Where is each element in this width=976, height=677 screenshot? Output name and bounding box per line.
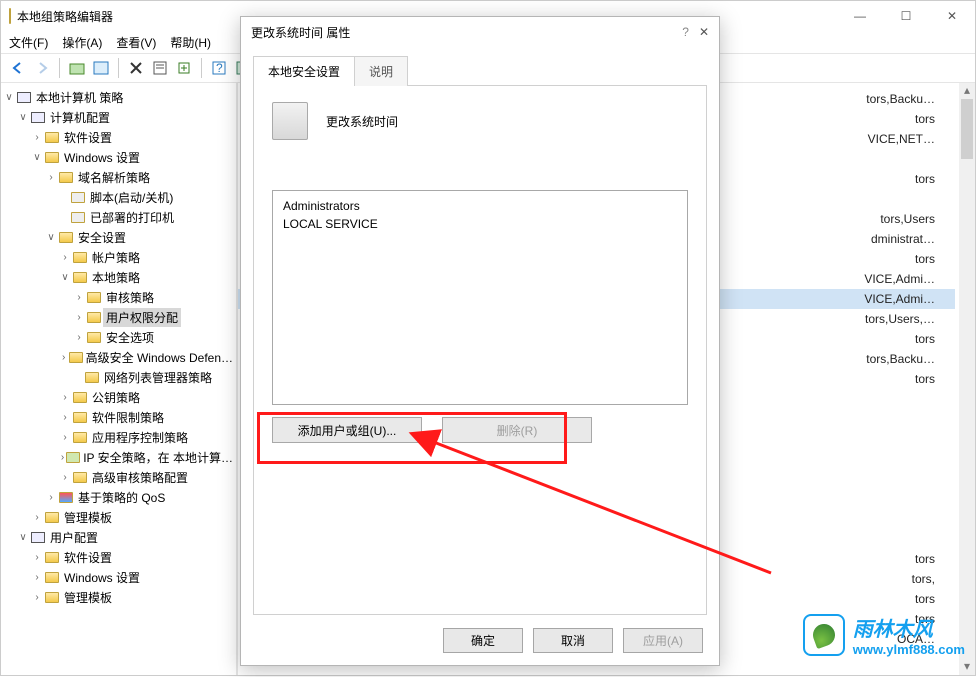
tree-root[interactable]: 本地计算机 策略 [33,88,126,107]
tree-security-settings[interactable]: 安全设置 [75,228,129,247]
list-icon[interactable] [90,57,112,79]
dialog-footer: 确定 取消 应用(A) [241,615,719,665]
add-user-button[interactable]: 添加用户或组(U)... [272,417,422,443]
script-icon [69,189,87,205]
folder-icon [43,509,61,525]
gear-icon [29,109,47,125]
watermark-title: 雨林木风 [853,613,965,642]
maximize-button[interactable]: ☐ [883,1,929,31]
menu-help[interactable]: 帮助(H) [170,34,211,51]
svg-text:?: ? [216,61,223,75]
tree-user-rights[interactable]: 用户权限分配 [103,308,181,327]
key-icon [66,449,80,465]
tree-software-settings[interactable]: 软件设置 [61,128,115,147]
tree-security-options[interactable]: 安全选项 [103,328,157,347]
shield-icon [57,229,75,245]
tree-account-policy[interactable]: 帐户策略 [89,248,143,267]
folder-icon [57,169,75,185]
tree-user-software[interactable]: 软件设置 [61,548,115,567]
folder-icon [85,289,103,305]
printer-icon [69,209,87,225]
app-icon [9,9,11,23]
tree-audit-policy[interactable]: 审核策略 [103,288,157,307]
folder-icon [71,249,89,265]
qos-icon [57,489,75,505]
tree-user-windows[interactable]: Windows 设置 [61,568,143,587]
tab-explain[interactable]: 说明 [354,56,408,86]
dialog-tabs: 本地安全设置 说明 [253,55,707,86]
scrollbar[interactable]: ▴ ▾ [959,83,975,675]
folder-icon [43,589,61,605]
folder-icon [71,269,89,285]
remove-button: 删除(R) [442,417,592,443]
apply-button: 应用(A) [623,628,703,653]
tree-ipsec[interactable]: IP 安全策略，在 本地计算… [80,448,236,467]
tree-netlist[interactable]: 网络列表管理器策略 [101,368,215,387]
tree-advaudit[interactable]: 高级审核策略配置 [89,468,191,487]
computer-icon [15,89,33,105]
help-icon[interactable]: ? [208,57,230,79]
tree-windows-settings[interactable]: Windows 设置 [61,148,143,167]
folder-icon [71,409,89,425]
tree-computer-config[interactable]: 计算机配置 [47,108,113,127]
folder-icon [71,469,89,485]
watermark: 雨林木风 www.ylmf888.com [803,613,965,657]
tree-srp[interactable]: 软件限制策略 [89,408,167,427]
scroll-thumb[interactable] [961,99,973,159]
folder-icon [71,429,89,445]
tree-pane[interactable]: ∨本地计算机 策略 ∨计算机配置 ›软件设置 ∨Windows 设置 ›域名解析… [1,83,237,675]
policy-name: 更改系统时间 [326,113,398,130]
folder-icon [43,149,61,165]
members-list[interactable]: Administrators LOCAL SERVICE [272,190,688,405]
tree-admin-templates[interactable]: 管理模板 [61,508,115,527]
tree-qos[interactable]: 基于策略的 QoS [75,488,168,507]
minimize-button[interactable]: — [837,1,883,31]
list-item[interactable]: Administrators [283,197,677,215]
watermark-icon [803,614,845,656]
folder-icon [85,329,103,345]
folder-icon [71,389,89,405]
tree-local-policy[interactable]: 本地策略 [89,268,143,287]
tree-appctrl[interactable]: 应用程序控制策略 [89,428,191,447]
menu-view[interactable]: 查看(V) [116,34,156,51]
tab-security[interactable]: 本地安全设置 [253,56,355,86]
folder-icon [43,569,61,585]
tree-scripts[interactable]: 脚本(启动/关机) [87,188,176,207]
user-icon [29,529,47,545]
menu-file[interactable]: 文件(F) [9,34,48,51]
dialog-title: 更改系统时间 属性 [251,24,682,41]
policy-icon [272,102,308,140]
tree-wdefender[interactable]: 高级安全 Windows Defen… [83,348,236,367]
delete-icon[interactable] [125,57,147,79]
forward-icon[interactable] [31,57,53,79]
tree-user-config[interactable]: 用户配置 [47,528,101,547]
list-item[interactable]: LOCAL SERVICE [283,215,677,233]
folder-icon [43,129,61,145]
export-icon[interactable] [173,57,195,79]
back-icon[interactable] [7,57,29,79]
folder-icon [83,369,101,385]
watermark-url: www.ylmf888.com [853,642,965,657]
help-icon[interactable]: ? [682,25,689,39]
folder-icon [85,309,103,325]
folder-icon [43,549,61,565]
properties-dialog: 更改系统时间 属性 ? ✕ 本地安全设置 说明 更改系统时间 Administr… [240,16,720,666]
folder-icon [68,349,82,365]
cancel-button[interactable]: 取消 [533,628,613,653]
dialog-titlebar: 更改系统时间 属性 ? ✕ [241,17,719,47]
tree-dns-policy[interactable]: 域名解析策略 [75,168,153,187]
tree-user-admin[interactable]: 管理模板 [61,588,115,607]
up-icon[interactable] [66,57,88,79]
tree-printers[interactable]: 已部署的打印机 [87,208,177,227]
ok-button[interactable]: 确定 [443,628,523,653]
menu-action[interactable]: 操作(A) [62,34,102,51]
properties-icon[interactable] [149,57,171,79]
tree-pubkey[interactable]: 公钥策略 [89,388,143,407]
close-button[interactable]: ✕ [929,1,975,31]
close-icon[interactable]: ✕ [699,25,709,39]
